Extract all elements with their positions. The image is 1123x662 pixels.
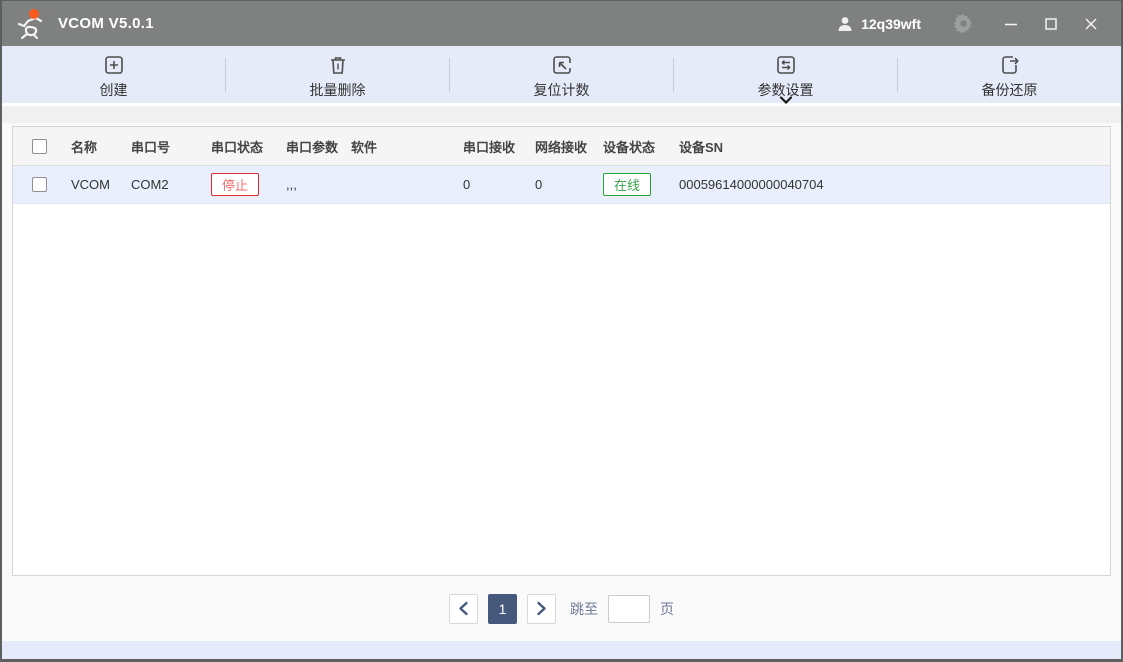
cell-device-sn: 00059614000000040704 <box>669 177 1110 192</box>
logo-head-dot <box>29 9 39 19</box>
header-port-status: 串口状态 <box>201 137 276 156</box>
bottom-status-strip <box>2 641 1121 659</box>
params-settings-button[interactable]: 参数设置 <box>674 46 897 103</box>
device-table: 名称 串口号 串口状态 串口参数 软件 串口接收 网络接收 设备状态 设备SN … <box>12 126 1111 576</box>
add-square-icon <box>103 54 125 76</box>
cell-com-port: COM2 <box>121 177 201 192</box>
params-settings-icon <box>775 54 797 76</box>
app-window: VCOM V5.0.1 12q39wft <box>0 0 1123 662</box>
user-icon <box>836 15 854 33</box>
minimize-button[interactable] <box>991 9 1031 39</box>
cell-net-rx: 0 <box>525 177 593 192</box>
maximize-icon <box>1043 16 1059 32</box>
next-page-button[interactable] <box>527 594 556 624</box>
create-label: 创建 <box>100 80 128 100</box>
jump-to-label: 跳至 <box>570 599 598 619</box>
username-label: 12q39wft <box>861 16 921 32</box>
reset-count-button[interactable]: 复位计数 <box>450 46 673 103</box>
trash-icon <box>327 54 349 76</box>
page-number-button[interactable]: 1 <box>488 594 517 624</box>
user-menu[interactable]: 12q39wft <box>836 15 921 33</box>
titlebar-controls: 12q39wft <box>836 9 1111 39</box>
header-port-params: 串口参数 <box>276 137 341 156</box>
maximize-button[interactable] <box>1031 9 1071 39</box>
prev-page-button[interactable] <box>449 594 478 624</box>
backup-restore-button[interactable]: 备份还原 <box>898 46 1121 103</box>
close-icon <box>1083 16 1099 32</box>
batch-delete-button[interactable]: 批量删除 <box>226 46 449 103</box>
header-device-status: 设备状态 <box>593 137 669 156</box>
toolbar-content-divider <box>2 106 1121 123</box>
gear-icon <box>954 14 973 33</box>
chevron-down-icon[interactable] <box>779 96 793 104</box>
reset-count-icon <box>551 54 573 76</box>
chevron-left-icon <box>457 601 470 616</box>
usr-logo-icon <box>14 7 48 41</box>
table-header-row: 名称 串口号 串口状态 串口参数 软件 串口接收 网络接收 设备状态 设备SN <box>13 127 1110 166</box>
jump-page-input[interactable] <box>608 595 650 623</box>
cell-port-params: ,,, <box>276 177 341 192</box>
header-com-port: 串口号 <box>121 137 201 156</box>
row-checkbox[interactable] <box>32 177 47 192</box>
backup-restore-label: 备份还原 <box>982 80 1038 100</box>
app-title: VCOM V5.0.1 <box>58 15 154 32</box>
header-net-rx: 网络接收 <box>525 137 593 156</box>
header-name: 名称 <box>61 137 121 156</box>
minimize-icon <box>1003 16 1019 32</box>
header-device-sn: 设备SN <box>669 137 1110 156</box>
batch-delete-label: 批量删除 <box>310 80 366 100</box>
cell-name: VCOM <box>61 177 121 192</box>
reset-count-label: 复位计数 <box>534 80 590 100</box>
device-status-badge: 在线 <box>603 173 651 196</box>
select-all-checkbox[interactable] <box>32 139 47 154</box>
titlebar: VCOM V5.0.1 12q39wft <box>2 1 1121 46</box>
page-suffix-label: 页 <box>660 599 674 619</box>
backup-restore-icon <box>999 54 1021 76</box>
header-serial-rx: 串口接收 <box>453 137 525 156</box>
port-status-badge: 停止 <box>211 173 259 196</box>
create-button[interactable]: 创建 <box>2 46 225 103</box>
pagination: 1 跳至 页 <box>12 576 1111 641</box>
header-software: 软件 <box>341 137 453 156</box>
main-content: 名称 串口号 串口状态 串口参数 软件 串口接收 网络接收 设备状态 设备SN … <box>2 123 1121 641</box>
settings-gear-button[interactable] <box>943 9 983 39</box>
toolbar: 创建 批量删除 复位计数 参数设置 <box>2 46 1121 106</box>
close-button[interactable] <box>1071 9 1111 39</box>
cell-serial-rx: 0 <box>453 177 525 192</box>
chevron-right-icon <box>535 601 548 616</box>
table-row[interactable]: VCOM COM2 停止 ,,, 0 0 在线 0005961400000004… <box>13 166 1110 204</box>
